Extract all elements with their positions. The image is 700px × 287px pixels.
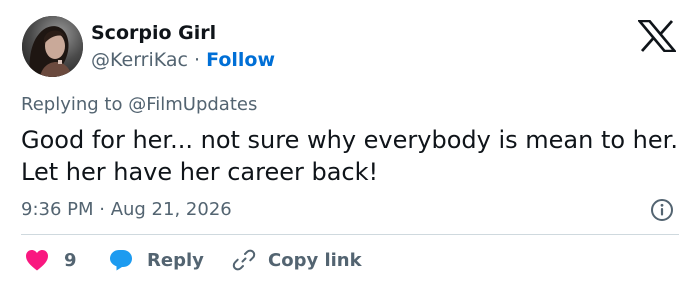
x-logo-icon[interactable] <box>638 20 676 52</box>
author-handle[interactable]: @KerriKac <box>91 49 188 71</box>
like-count: 9 <box>64 249 77 271</box>
reply-button[interactable]: Reply <box>109 248 204 272</box>
link-icon <box>232 249 256 271</box>
reply-label: Reply <box>147 249 204 271</box>
heart-icon <box>26 250 48 271</box>
copy-link-button[interactable]: Copy link <box>232 248 362 272</box>
replying-to-label[interactable]: Replying to @FilmUpdates <box>21 93 257 117</box>
tweet-card: Scorpio Girl @KerriKac · Follow Replying… <box>0 0 700 287</box>
copy-link-label: Copy link <box>268 249 362 271</box>
follow-button[interactable]: Follow <box>206 49 275 71</box>
tweet-timestamp[interactable]: 9:36 PM · Aug 21, 2026 <box>21 198 232 222</box>
handle-separator: · <box>194 49 201 71</box>
info-icon[interactable] <box>650 198 674 222</box>
divider <box>21 234 679 235</box>
tweet-text: Good for her... not sure why everybody i… <box>21 126 678 186</box>
avatar[interactable] <box>22 16 83 77</box>
author-display-name[interactable]: Scorpio Girl <box>91 21 216 45</box>
speech-bubble-icon <box>110 250 132 271</box>
avatar-image <box>22 16 83 77</box>
author-handle-row: @KerriKac · Follow <box>91 48 275 72</box>
like-button[interactable]: 9 <box>25 248 77 272</box>
